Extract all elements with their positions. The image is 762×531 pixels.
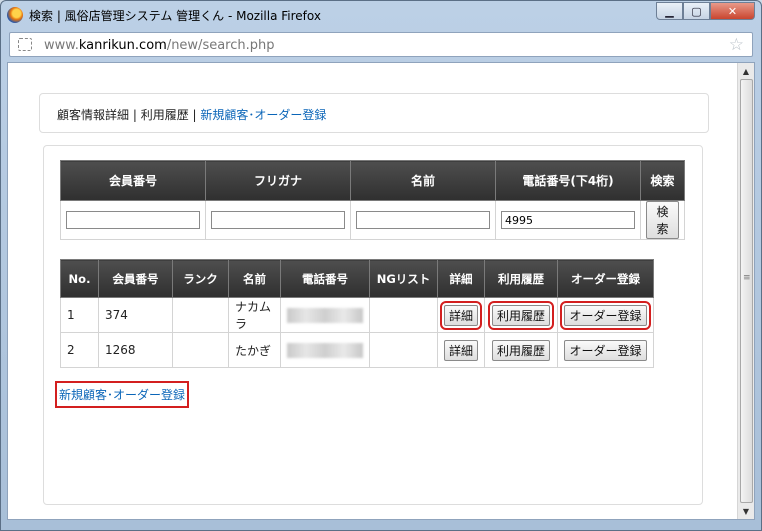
search-cell bbox=[60, 200, 206, 240]
cell-order: オーダー登録 bbox=[557, 332, 654, 368]
redacted-phone bbox=[287, 307, 363, 323]
results-header-member-no: 会員番号 bbox=[98, 259, 173, 298]
title-bar: 検索 | 風俗店管理システム 管理くん - Mozilla Firefox ▁ … bbox=[1, 1, 761, 29]
scrollbar-thumb[interactable]: ≡ bbox=[740, 79, 753, 503]
minimize-icon: ▁ bbox=[665, 4, 674, 18]
search-header-search: 検索 bbox=[640, 160, 685, 201]
results-header-ng-list: NGリスト bbox=[369, 259, 438, 298]
minimize-button[interactable]: ▁ bbox=[656, 2, 683, 20]
firefox-icon bbox=[7, 7, 23, 23]
search-button[interactable]: 検索 bbox=[646, 201, 679, 239]
maximize-icon: ▢ bbox=[691, 4, 702, 18]
results-header-history: 利用履歴 bbox=[484, 259, 558, 298]
search-header-phone: 電話番号(下4桁) bbox=[495, 160, 641, 201]
address-bar[interactable]: www.kanrikun.com/new/search.php ☆ bbox=[9, 32, 753, 57]
cell-detail: 詳細 bbox=[437, 297, 485, 333]
cell-member-no: 374 bbox=[98, 297, 173, 333]
order-button[interactable]: オーダー登録 bbox=[560, 300, 651, 330]
url-prefix: www. bbox=[44, 38, 79, 53]
close-icon: ✕ bbox=[727, 4, 738, 18]
search-cell bbox=[495, 200, 641, 240]
cell-detail: 詳細 bbox=[437, 332, 485, 368]
nav-links: 顧客情報詳細 | 利用履歴 | 新規顧客･オーダー登録 bbox=[57, 106, 326, 123]
page-viewport: 顧客情報詳細 | 利用履歴 | 新規顧客･オーダー登録 会員番号 フリガナ 名前… bbox=[7, 62, 755, 520]
new-customer-order-link[interactable]: 新規顧客･オーダー登録 bbox=[55, 381, 190, 408]
browser-window: 検索 | 風俗店管理システム 管理くん - Mozilla Firefox ▁ … bbox=[0, 0, 762, 531]
name-input[interactable] bbox=[356, 211, 490, 229]
url-host: kanrikun.com bbox=[78, 38, 167, 53]
cell-rank bbox=[172, 297, 229, 333]
url-path: /new/search.php bbox=[166, 38, 275, 53]
search-header-name: 名前 bbox=[350, 160, 496, 201]
vertical-scrollbar[interactable]: ▲ ≡ ▼ bbox=[737, 63, 754, 519]
scroll-up-icon[interactable]: ▲ bbox=[738, 63, 754, 79]
page-icon bbox=[18, 38, 32, 51]
nav-customer-detail: 顧客情報詳細 bbox=[57, 108, 130, 122]
order-button[interactable]: オーダー登録 bbox=[564, 339, 647, 361]
search-header-member-no: 会員番号 bbox=[60, 160, 206, 201]
cell-member-no: 1268 bbox=[98, 332, 173, 368]
search-cell: 検索 bbox=[640, 200, 685, 240]
cell-name: たかぎ bbox=[228, 332, 281, 368]
results-header-phone: 電話番号 bbox=[280, 259, 370, 298]
cell-name: ナカムラ bbox=[228, 297, 281, 333]
cell-no: 2 bbox=[60, 332, 99, 368]
bookmark-star-icon[interactable]: ☆ bbox=[729, 35, 744, 55]
url-text: www.kanrikun.com/new/search.php bbox=[44, 38, 275, 53]
table-row: 1 374 ナカムラ 詳細 利用履歴 オーダー登録 bbox=[60, 297, 654, 333]
detail-button[interactable]: 詳細 bbox=[444, 339, 478, 361]
detail-button[interactable]: 詳細 bbox=[440, 300, 482, 330]
results-header-name: 名前 bbox=[228, 259, 281, 298]
nav-box: 顧客情報詳細 | 利用履歴 | 新規顧客･オーダー登録 bbox=[39, 93, 709, 133]
cell-ng bbox=[369, 332, 438, 368]
cell-phone bbox=[280, 297, 370, 333]
cell-history: 利用履歴 bbox=[484, 297, 558, 333]
nav-separator: | bbox=[129, 108, 141, 122]
window-controls: ▁ ▢ ✕ bbox=[656, 2, 755, 20]
search-header-furigana: フリガナ bbox=[205, 160, 351, 201]
redacted-phone bbox=[287, 342, 363, 358]
cell-order: オーダー登録 bbox=[557, 297, 654, 333]
scroll-down-icon[interactable]: ▼ bbox=[738, 503, 754, 519]
results-header-no: No. bbox=[60, 259, 99, 298]
member-no-input[interactable] bbox=[66, 211, 200, 229]
close-button[interactable]: ✕ bbox=[710, 2, 755, 20]
cell-ng bbox=[369, 297, 438, 333]
window-title: 検索 | 風俗店管理システム 管理くん - Mozilla Firefox bbox=[29, 9, 321, 23]
table-row: 2 1268 たかぎ 詳細 利用履歴 オーダー登録 bbox=[60, 332, 654, 368]
nav-separator: | bbox=[188, 108, 201, 122]
search-cell bbox=[205, 200, 351, 240]
nav-new-customer-link[interactable]: 新規顧客･オーダー登録 bbox=[200, 108, 326, 122]
phone-last4-input[interactable] bbox=[501, 211, 635, 229]
history-button[interactable]: 利用履歴 bbox=[487, 300, 555, 330]
results-header-detail: 詳細 bbox=[437, 259, 485, 298]
cell-rank bbox=[172, 332, 229, 368]
grip-icon: ≡ bbox=[743, 273, 751, 283]
search-cell bbox=[350, 200, 496, 240]
cell-phone bbox=[280, 332, 370, 368]
cell-history: 利用履歴 bbox=[484, 332, 558, 368]
results-table: No. 会員番号 ランク 名前 電話番号 NGリスト 詳細 利用履歴 オーダー登… bbox=[60, 259, 654, 368]
maximize-button[interactable]: ▢ bbox=[683, 2, 710, 20]
main-panel: 会員番号 フリガナ 名前 電話番号(下4桁) 検索 検索 No. 会員 bbox=[43, 145, 703, 505]
search-table: 会員番号 フリガナ 名前 電話番号(下4桁) 検索 検索 bbox=[60, 160, 685, 240]
cell-no: 1 bbox=[60, 297, 99, 333]
results-header-order: オーダー登録 bbox=[557, 259, 654, 298]
history-button[interactable]: 利用履歴 bbox=[491, 339, 550, 361]
results-header-rank: ランク bbox=[172, 259, 229, 298]
nav-usage-history: 利用履歴 bbox=[140, 108, 189, 122]
furigana-input[interactable] bbox=[211, 211, 345, 229]
